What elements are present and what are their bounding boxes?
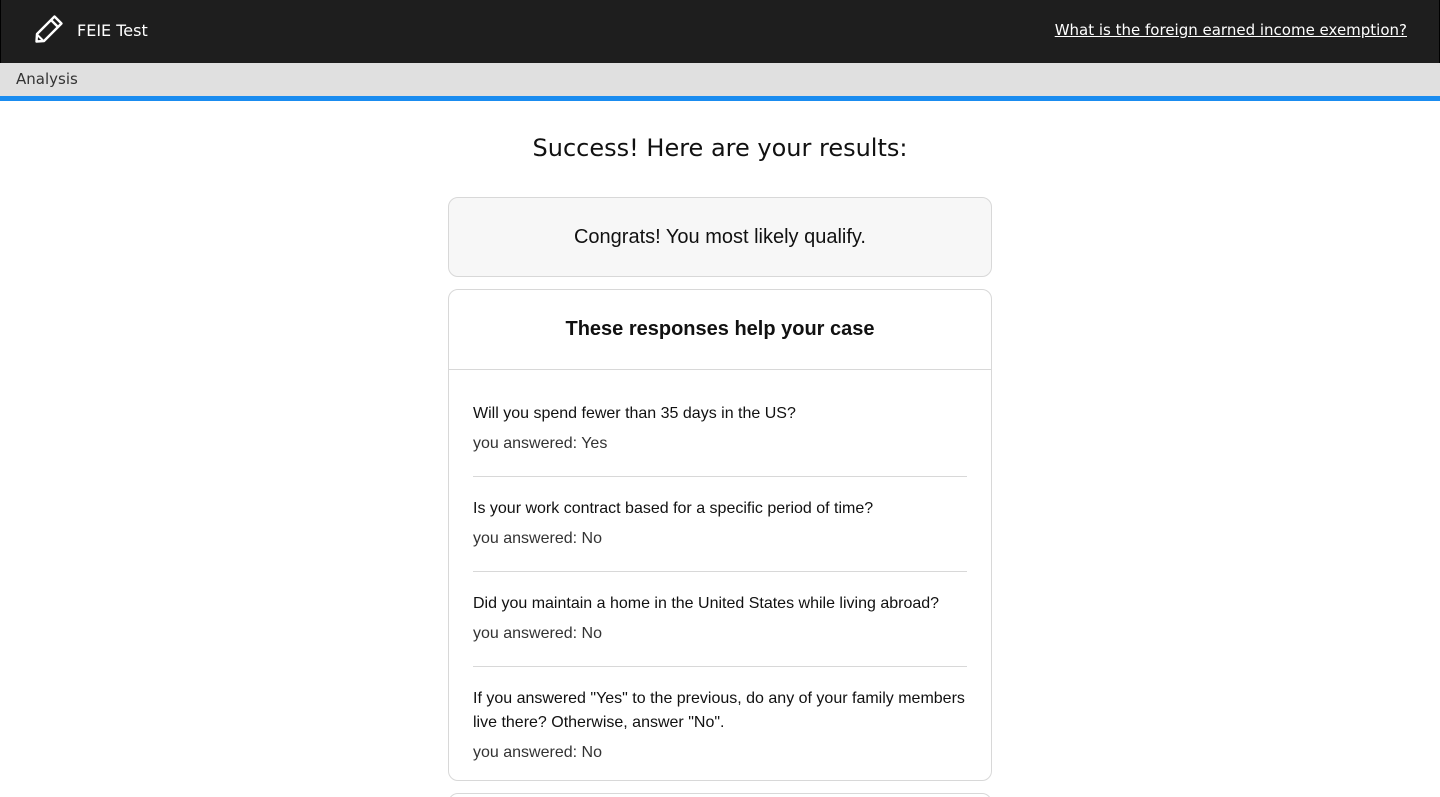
brand (33, 13, 65, 45)
list-item: If you answered "Yes" to the previous, d… (473, 667, 967, 780)
answer-text: you answered: Yes (473, 435, 608, 452)
answer-text: you answered: No (473, 625, 602, 642)
question-text: If you answered "Yes" to the previous, d… (473, 690, 965, 731)
next-card (448, 793, 992, 797)
top-navbar: FEIE Test What is the foreign earned inc… (0, 0, 1440, 63)
list-item: Did you maintain a home in the United St… (473, 572, 967, 667)
section-label: Analysis (16, 70, 78, 88)
page-title: Success! Here are your results: (532, 134, 908, 162)
result-message: Congrats! You most likely qualify. (573, 225, 866, 248)
question-text: Will you spend fewer than 35 days in the… (473, 405, 796, 422)
app-title: FEIE Test (77, 21, 148, 40)
list-item: Is your work contract based for a specif… (473, 477, 967, 572)
list-item: Will you spend fewer than 35 days in the… (473, 370, 967, 477)
responses-list: Will you spend fewer than 35 days in the… (449, 370, 991, 780)
progress-fill (0, 96, 1440, 101)
question-text: Is your work contract based for a specif… (473, 500, 874, 517)
question-text: Did you maintain a home in the United St… (473, 595, 940, 612)
pencil-icon (33, 13, 65, 45)
section-bar: Analysis (0, 63, 1440, 96)
answer-text: you answered: No (473, 744, 602, 761)
responses-card-title: These responses help your case (565, 318, 875, 340)
progress-bar (0, 96, 1440, 101)
helpful-responses-card: These responses help your case Will you … (448, 289, 992, 781)
foreign-income-exemption-link[interactable]: What is the foreign earned income exempt… (1055, 21, 1407, 39)
responses-card-header: These responses help your case (449, 290, 991, 370)
answer-text: you answered: No (473, 530, 602, 547)
result-card: Congrats! You most likely qualify. (448, 197, 992, 277)
